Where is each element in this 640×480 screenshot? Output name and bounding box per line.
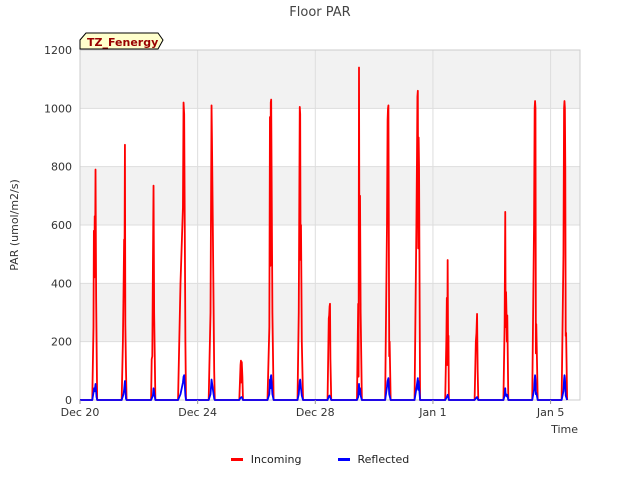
x-tick-label: Dec 24: [178, 406, 217, 419]
x-tick-label: Dec 20: [61, 406, 100, 419]
legend-item-incoming: Incoming: [230, 453, 302, 466]
series-layer: [80, 66, 569, 401]
legend-item-reflected: Reflected: [337, 453, 410, 466]
y-tick-label: 1000: [44, 102, 72, 115]
y-tick-label: 400: [51, 277, 72, 290]
site-annotation: TZ_Fenergy: [79, 32, 164, 50]
y-tick-label: 200: [51, 336, 72, 349]
legend-swatch-reflected: [337, 458, 350, 461]
y-axis-ticks: 020040060080010001200: [44, 44, 72, 407]
x-tick-label: Jan 1: [418, 406, 446, 419]
floor-par-chart: 020040060080010001200 Dec 20 Dec 24 Dec 28…: [8, 5, 581, 436]
chart-title: Floor PAR: [289, 5, 350, 20]
series-line-incoming: [80, 66, 569, 401]
legend: Incoming Reflected: [0, 453, 640, 466]
annotation-label: TZ_Fenergy: [87, 36, 158, 49]
y-tick-label: 1200: [44, 44, 72, 57]
legend-label-reflected: Reflected: [357, 453, 410, 466]
y-axis-label: PAR (umol/m2/s): [8, 179, 21, 271]
x-tick-label: Dec 28: [296, 406, 335, 419]
background-band: [80, 50, 580, 109]
x-tick-label: Jan 5: [536, 406, 564, 419]
series-line-reflected: [80, 374, 568, 401]
x-axis-label: Time: [550, 423, 578, 436]
legend-swatch-incoming: [230, 458, 243, 461]
legend-label-incoming: Incoming: [250, 453, 302, 466]
y-tick-label: 600: [51, 219, 72, 232]
y-tick-label: 800: [51, 161, 72, 174]
x-axis-ticks: Dec 20 Dec 24 Dec 28 Jan 1 Jan 5: [61, 400, 564, 419]
